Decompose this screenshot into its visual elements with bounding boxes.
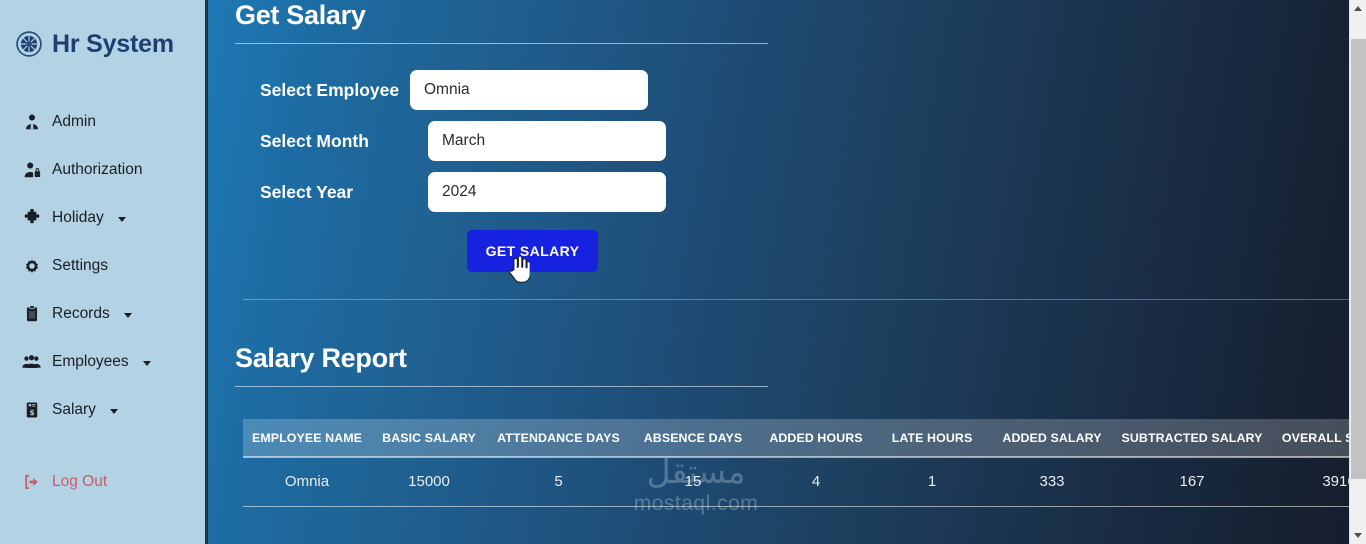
cell-added-salary: 333 xyxy=(988,457,1116,507)
cell-attendance-days: 5 xyxy=(487,457,630,507)
chevron-down-icon xyxy=(109,409,118,414)
select-employee-label: Select Employee xyxy=(260,79,400,100)
scroll-up-button[interactable] xyxy=(1349,0,1366,17)
column-header-employee-name[interactable]: EMPLOYEE NAME xyxy=(243,419,371,458)
brand-name: Hr System xyxy=(52,29,174,58)
column-header-absence-days[interactable]: ABSENCE DAYS xyxy=(630,419,756,458)
form-row-year: Select Year xyxy=(235,172,1349,212)
submit-row: GET SALARY xyxy=(235,230,1349,283)
main-content: Get Salary Select Employee Select Month … xyxy=(208,0,1349,544)
get-salary-button[interactable]: GET SALARY xyxy=(467,230,598,272)
file-dollar-icon: $ xyxy=(22,401,41,420)
sidebar-item-settings[interactable]: Settings xyxy=(0,242,205,290)
sidebar-item-label: Authorization xyxy=(52,161,143,178)
page-title: Get Salary xyxy=(235,0,366,30)
user-tie-icon xyxy=(22,113,41,132)
sidebar: Hr System Admin Authorization Holiday Se… xyxy=(0,0,208,544)
clipboard-icon xyxy=(22,305,41,324)
column-header-late-hours[interactable]: LATE HOURS xyxy=(876,419,988,458)
cell-absence-days: 15 xyxy=(630,457,756,507)
sidebar-item-label: Salary xyxy=(52,401,96,418)
cell-employee-name: Omnia xyxy=(243,457,371,507)
sign-out-icon xyxy=(22,473,41,492)
sidebar-item-label: Settings xyxy=(52,257,109,274)
select-year-label: Select Year xyxy=(260,181,354,202)
salary-form: Select Employee Select Month Select Year… xyxy=(235,70,1349,283)
chevron-down-icon xyxy=(142,361,151,366)
sidebar-item-holiday[interactable]: Holiday xyxy=(0,194,205,242)
triangle-up-icon xyxy=(1354,6,1362,11)
sidebar-item-label: Employees xyxy=(52,353,129,370)
cell-late-hours: 1 xyxy=(876,457,988,507)
salary-report-section: Salary Report EMPLOYEE NAME BASIC SALARY… xyxy=(235,343,1349,507)
form-row-employee: Select Employee xyxy=(235,70,1349,110)
sidebar-item-label: Records xyxy=(52,305,110,322)
column-header-added-hours[interactable]: ADDED HOURS xyxy=(756,419,876,458)
svg-text:$: $ xyxy=(29,408,34,417)
sidebar-item-employees[interactable]: Employees xyxy=(0,338,205,386)
salary-report-table: EMPLOYEE NAME BASIC SALARY ATTENDANCE DA… xyxy=(243,419,1349,507)
report-title: Salary Report xyxy=(235,343,407,373)
select-month-input[interactable] xyxy=(428,121,666,161)
cell-overall-salary: 3916 xyxy=(1268,457,1349,507)
sidebar-item-salary[interactable]: $ Salary xyxy=(0,386,205,434)
table-header: EMPLOYEE NAME BASIC SALARY ATTENDANCE DA… xyxy=(243,419,1349,458)
sidebar-nav: Admin Authorization Holiday Settings Rec… xyxy=(0,98,205,506)
column-header-subtracted-salary[interactable]: SUBTRACTED SALARY xyxy=(1116,419,1268,458)
users-group-icon xyxy=(22,353,41,372)
select-employee-input[interactable] xyxy=(410,70,648,110)
select-year-input[interactable] xyxy=(428,172,666,212)
column-header-attendance-days[interactable]: ATTENDANCE DAYS xyxy=(487,419,630,458)
cell-basic-salary: 15000 xyxy=(371,457,487,507)
select-month-label: Select Month xyxy=(260,130,369,151)
table-row[interactable]: Omnia 15000 5 15 4 1 333 167 3916 xyxy=(243,457,1349,507)
table-body: Omnia 15000 5 15 4 1 333 167 3916 xyxy=(243,457,1349,507)
report-title-underline xyxy=(235,386,768,387)
sidebar-item-label: Holiday xyxy=(52,209,104,226)
sidebar-item-authorization[interactable]: Authorization xyxy=(0,146,205,194)
cell-subtracted-salary: 167 xyxy=(1116,457,1268,507)
triangle-down-icon xyxy=(1354,533,1362,538)
sidebar-item-label: Admin xyxy=(52,113,96,130)
scrollbar-thumb[interactable] xyxy=(1350,39,1366,479)
chevron-down-icon xyxy=(117,217,126,222)
puzzle-piece-icon xyxy=(22,209,41,228)
column-header-added-salary[interactable]: ADDED SALARY xyxy=(988,419,1116,458)
column-header-overall-salary[interactable]: OVERALL SALARY xyxy=(1268,419,1349,458)
chevron-down-icon xyxy=(123,313,132,318)
scrollbar-track[interactable] xyxy=(1349,17,1366,527)
flower-emblem-icon xyxy=(16,31,42,57)
cell-added-hours: 4 xyxy=(756,457,876,507)
column-header-basic-salary[interactable]: BASIC SALARY xyxy=(371,419,487,458)
scroll-down-button[interactable] xyxy=(1349,527,1366,544)
get-salary-section: Get Salary Select Employee Select Month … xyxy=(235,0,1349,283)
title-underline xyxy=(235,43,768,44)
section-divider xyxy=(243,299,1349,300)
vertical-scrollbar[interactable] xyxy=(1349,0,1366,544)
sidebar-item-records[interactable]: Records xyxy=(0,290,205,338)
table-header-row: EMPLOYEE NAME BASIC SALARY ATTENDANCE DA… xyxy=(243,419,1349,458)
form-row-month: Select Month xyxy=(235,121,1349,161)
sidebar-item-admin[interactable]: Admin xyxy=(0,98,205,146)
user-lock-icon xyxy=(22,161,41,180)
gear-icon xyxy=(22,257,41,276)
brand-logo[interactable]: Hr System xyxy=(0,16,205,66)
sidebar-item-label: Log Out xyxy=(52,473,108,490)
sidebar-item-logout[interactable]: Log Out xyxy=(0,458,205,506)
